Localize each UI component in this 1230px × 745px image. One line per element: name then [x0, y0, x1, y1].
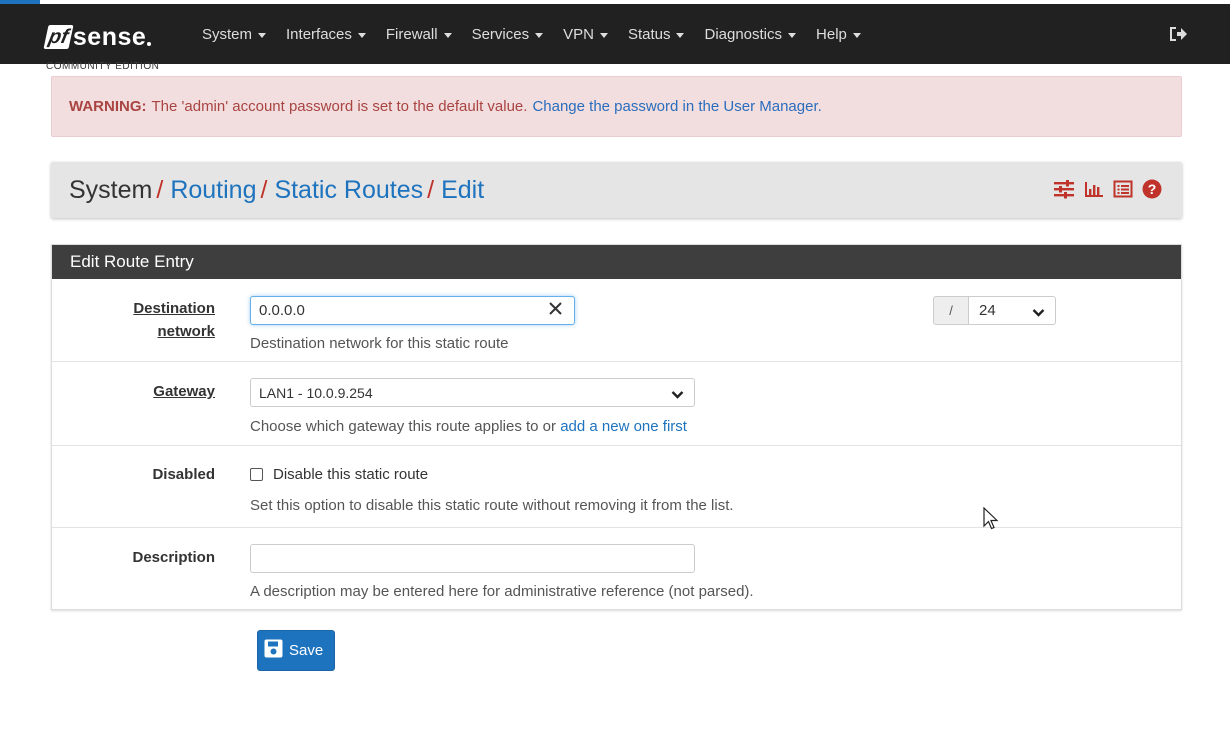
- mask-select[interactable]: 24: [968, 296, 1056, 325]
- description-label: Description: [132, 549, 215, 566]
- row-gateway: Gateway LAN1 - 10.0.9.254 Choose which g…: [52, 362, 1181, 446]
- pfsense-logo[interactable]: pf sense: [43, 22, 152, 52]
- menu-label: System: [202, 25, 253, 43]
- alert-prefix: WARNING:: [69, 98, 147, 115]
- breadcrumb-separator: /: [156, 175, 164, 204]
- gateway-value: LAN1 - 10.0.9.254: [259, 384, 373, 401]
- menu-label: Interfaces: [286, 25, 352, 43]
- breadcrumb-separator: /: [260, 175, 268, 204]
- caret-down-icon: [676, 32, 685, 38]
- save-icon: [264, 639, 283, 662]
- caret-down-icon: [258, 32, 267, 38]
- help-icon[interactable]: ?: [1142, 179, 1162, 204]
- alert-message: The 'admin' account password is set to t…: [151, 98, 528, 115]
- disabled-label: Disabled: [152, 466, 215, 483]
- add-gateway-link[interactable]: add a new one first: [560, 418, 687, 435]
- save-button[interactable]: Save: [257, 630, 335, 671]
- mask-separator: /: [933, 296, 969, 325]
- gateway-label-text: Gateway: [153, 383, 215, 400]
- gateway-label: Gateway: [153, 380, 215, 403]
- list-icon[interactable]: [1113, 179, 1133, 204]
- menu-diagnostics[interactable]: Diagnostics: [704, 25, 797, 43]
- logo-word: sense: [72, 22, 147, 51]
- change-password-link[interactable]: Change the password in the User Manager.: [532, 98, 821, 115]
- sliders-icon[interactable]: [1053, 179, 1075, 204]
- mask-sep-text: /: [949, 303, 953, 318]
- clear-icon[interactable]: [549, 302, 562, 319]
- menu-label: Diagnostics: [704, 25, 783, 43]
- destination-network-input[interactable]: 0.0.0.0: [250, 296, 575, 325]
- menu-label: Status: [627, 25, 671, 43]
- breadcrumb: System / Routing / Static Routes / Edit: [51, 162, 1182, 218]
- menu-help[interactable]: Help: [816, 26, 861, 43]
- logo-dot: [147, 42, 152, 46]
- breadcrumb-edit[interactable]: Edit: [441, 176, 484, 205]
- gateway-select[interactable]: LAN1 - 10.0.9.254: [250, 378, 695, 407]
- row-disabled: Disabled Disable this static route Set t…: [52, 446, 1181, 528]
- caret-down-icon: [599, 32, 608, 38]
- menu-interfaces[interactable]: Interfaces: [286, 26, 366, 43]
- caret-down-icon: [535, 32, 544, 38]
- panel-title: Edit Route Entry: [52, 245, 1181, 279]
- disabled-help: Set this option to disable this static r…: [250, 497, 734, 514]
- disable-route-checkbox[interactable]: [250, 468, 263, 481]
- menu-firewall[interactable]: Firewall: [386, 26, 452, 43]
- logo-mark: pf: [43, 25, 74, 49]
- row-description: Description A description may be entered…: [52, 528, 1181, 610]
- menu-services[interactable]: Services: [472, 26, 544, 43]
- default-password-alert: WARNING: The 'admin' account password is…: [51, 76, 1182, 137]
- menu-label: VPN: [563, 25, 594, 43]
- save-label: Save: [289, 642, 324, 659]
- main-menu: System Interfaces Firewall Services VPN …: [202, 4, 881, 64]
- menu-status[interactable]: Status: [628, 26, 685, 43]
- svg-text:?: ?: [1148, 181, 1157, 197]
- breadcrumb-icons: ?: [1053, 179, 1162, 204]
- destination-value: 0.0.0.0: [259, 302, 305, 319]
- gateway-help: Choose which gateway this route applies …: [250, 418, 687, 435]
- mouse-cursor-icon: [983, 506, 1001, 536]
- menu-label: Services: [471, 25, 530, 43]
- disable-route-checkbox-label[interactable]: Disable this static route: [273, 466, 428, 483]
- row-destination: Destination network 0.0.0.0 Destination …: [52, 279, 1181, 362]
- disable-route-checkbox-group: Disable this static route: [250, 466, 428, 483]
- destination-label-line2: network: [157, 323, 215, 340]
- caret-down-icon: [357, 32, 366, 38]
- logout-icon[interactable]: [1168, 24, 1190, 46]
- gateway-help-text: Choose which gateway this route applies …: [250, 418, 557, 435]
- mask-value: 24: [979, 302, 996, 319]
- edit-route-panel: Edit Route Entry Destination network 0.0…: [51, 244, 1182, 610]
- chevron-down-icon: [1032, 305, 1045, 322]
- breadcrumb-separator: /: [427, 175, 435, 204]
- description-input[interactable]: [250, 544, 695, 573]
- caret-down-icon: [788, 32, 797, 38]
- destination-label: Destination network: [133, 297, 215, 343]
- destination-label-line1: Destination: [133, 300, 215, 317]
- breadcrumb-static-routes[interactable]: Static Routes: [274, 176, 423, 205]
- breadcrumb-root: System: [69, 175, 153, 204]
- description-help: A description may be entered here for ad…: [250, 583, 754, 600]
- menu-label: Help: [816, 25, 847, 43]
- caret-down-icon: [852, 32, 861, 38]
- chevron-down-icon: [671, 387, 684, 404]
- menu-system[interactable]: System: [202, 25, 267, 43]
- breadcrumb-routing[interactable]: Routing: [170, 176, 256, 205]
- bar-chart-icon[interactable]: [1084, 179, 1104, 204]
- menu-label: Firewall: [385, 25, 438, 43]
- edition-label: COMMUNITY EDITION: [46, 61, 160, 72]
- caret-down-icon: [443, 32, 452, 38]
- destination-help: Destination network for this static rout…: [250, 335, 509, 352]
- menu-vpn[interactable]: VPN: [563, 26, 608, 43]
